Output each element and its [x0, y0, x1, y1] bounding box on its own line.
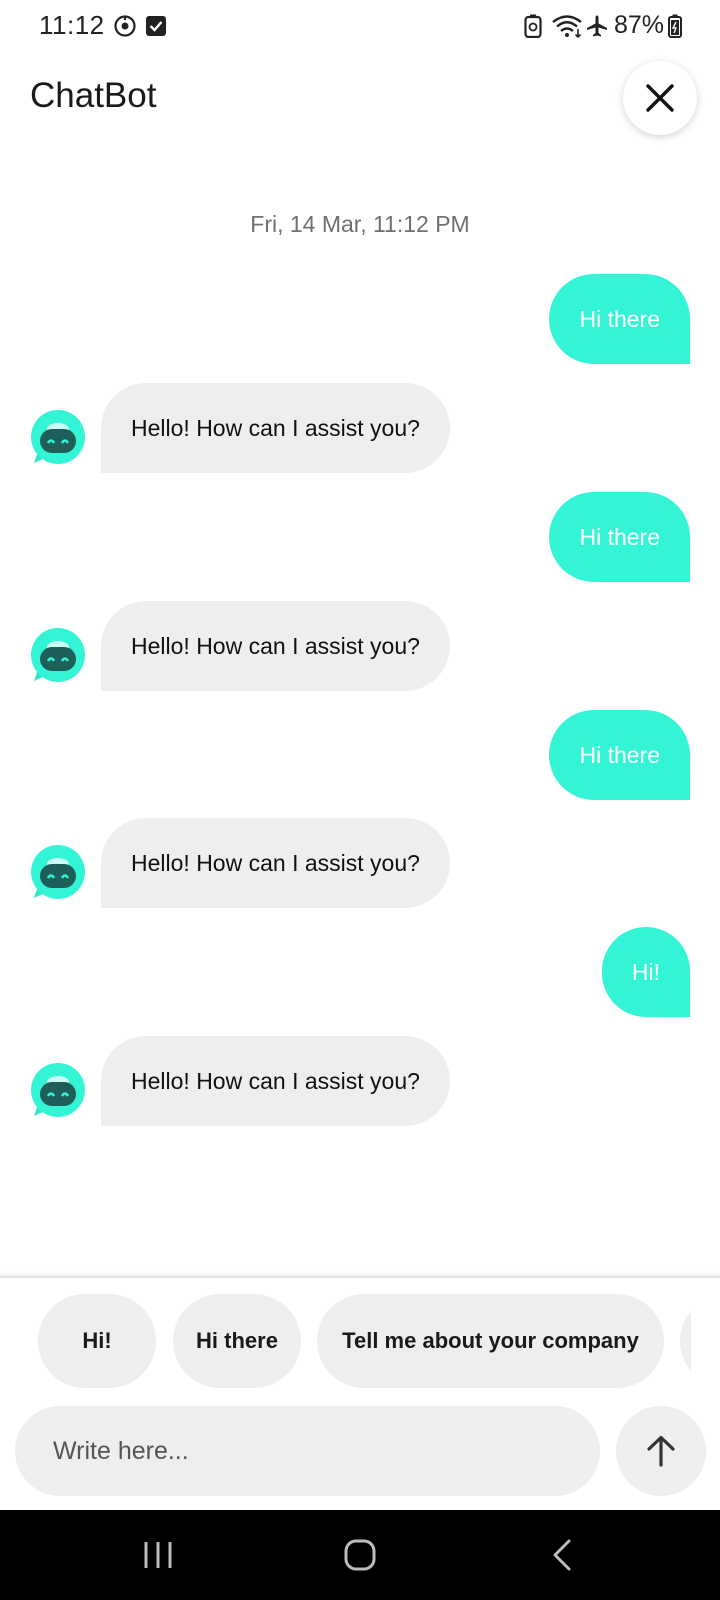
- user-message: Hi there: [549, 492, 690, 582]
- message-row-bot: Hello! How can I assist you?: [0, 818, 720, 908]
- battery-saver-icon: [524, 14, 542, 43]
- wifi-icon: [551, 14, 583, 43]
- chat-date: Fri, 14 Mar, 11:12 PM: [250, 211, 470, 237]
- user-message: Hi there: [549, 274, 690, 364]
- user-message: Hi there: [549, 710, 690, 800]
- user-message: Hi!: [601, 927, 690, 1017]
- battery-percent: 87%: [614, 11, 665, 39]
- home-button[interactable]: [340, 1535, 380, 1575]
- back-icon: [553, 1539, 571, 1571]
- quick-reply-list[interactable]: Hi! Hi there Tell me about your company: [38, 1294, 691, 1388]
- checkbox-icon: [145, 14, 167, 43]
- composer-area: Hi! Hi there Tell me about your company: [0, 1276, 720, 1510]
- bot-avatar-icon: [31, 1063, 85, 1117]
- bot-avatar-icon: [31, 845, 85, 899]
- bot-avatar-icon: [31, 628, 85, 682]
- recents-button[interactable]: [138, 1535, 178, 1575]
- status-bar: 11:12 87%: [0, 0, 720, 52]
- bot-message: Hello! How can I assist you?: [101, 601, 450, 691]
- message-row-bot: Hello! How can I assist you?: [0, 1036, 720, 1126]
- close-icon: [646, 84, 674, 112]
- page-title: ChatBot: [30, 76, 157, 115]
- arrow-up-icon: [647, 1435, 675, 1467]
- send-button[interactable]: [616, 1406, 706, 1496]
- status-time: 11:12: [39, 10, 105, 40]
- quick-reply-more[interactable]: [680, 1294, 691, 1388]
- message-row-user: Hi there: [0, 492, 720, 582]
- quick-reply-company[interactable]: Tell me about your company: [317, 1294, 664, 1388]
- sync-icon: [113, 14, 137, 43]
- bot-message: Hello! How can I assist you?: [101, 383, 450, 473]
- airplane-icon: [585, 14, 609, 43]
- back-button[interactable]: [542, 1535, 582, 1575]
- close-button[interactable]: [623, 61, 697, 135]
- message-row-bot: Hello! How can I assist you?: [0, 601, 720, 691]
- bot-message: Hello! How can I assist you?: [101, 818, 450, 908]
- home-icon: [344, 1539, 376, 1571]
- message-input[interactable]: [15, 1406, 600, 1496]
- recents-icon: [144, 1542, 172, 1568]
- message-row-user: Hi there: [0, 274, 720, 364]
- message-row-bot: Hello! How can I assist you?: [0, 383, 720, 473]
- system-nav-bar: [0, 1510, 720, 1600]
- quick-reply-hi[interactable]: Hi!: [38, 1294, 156, 1388]
- message-row-user: Hi there: [0, 710, 720, 800]
- battery-icon: [668, 14, 682, 43]
- bot-avatar-icon: [31, 410, 85, 464]
- bot-message: Hello! How can I assist you?: [101, 1036, 450, 1126]
- message-row-user: Hi!: [0, 927, 720, 1017]
- quick-reply-hi-there[interactable]: Hi there: [173, 1294, 301, 1388]
